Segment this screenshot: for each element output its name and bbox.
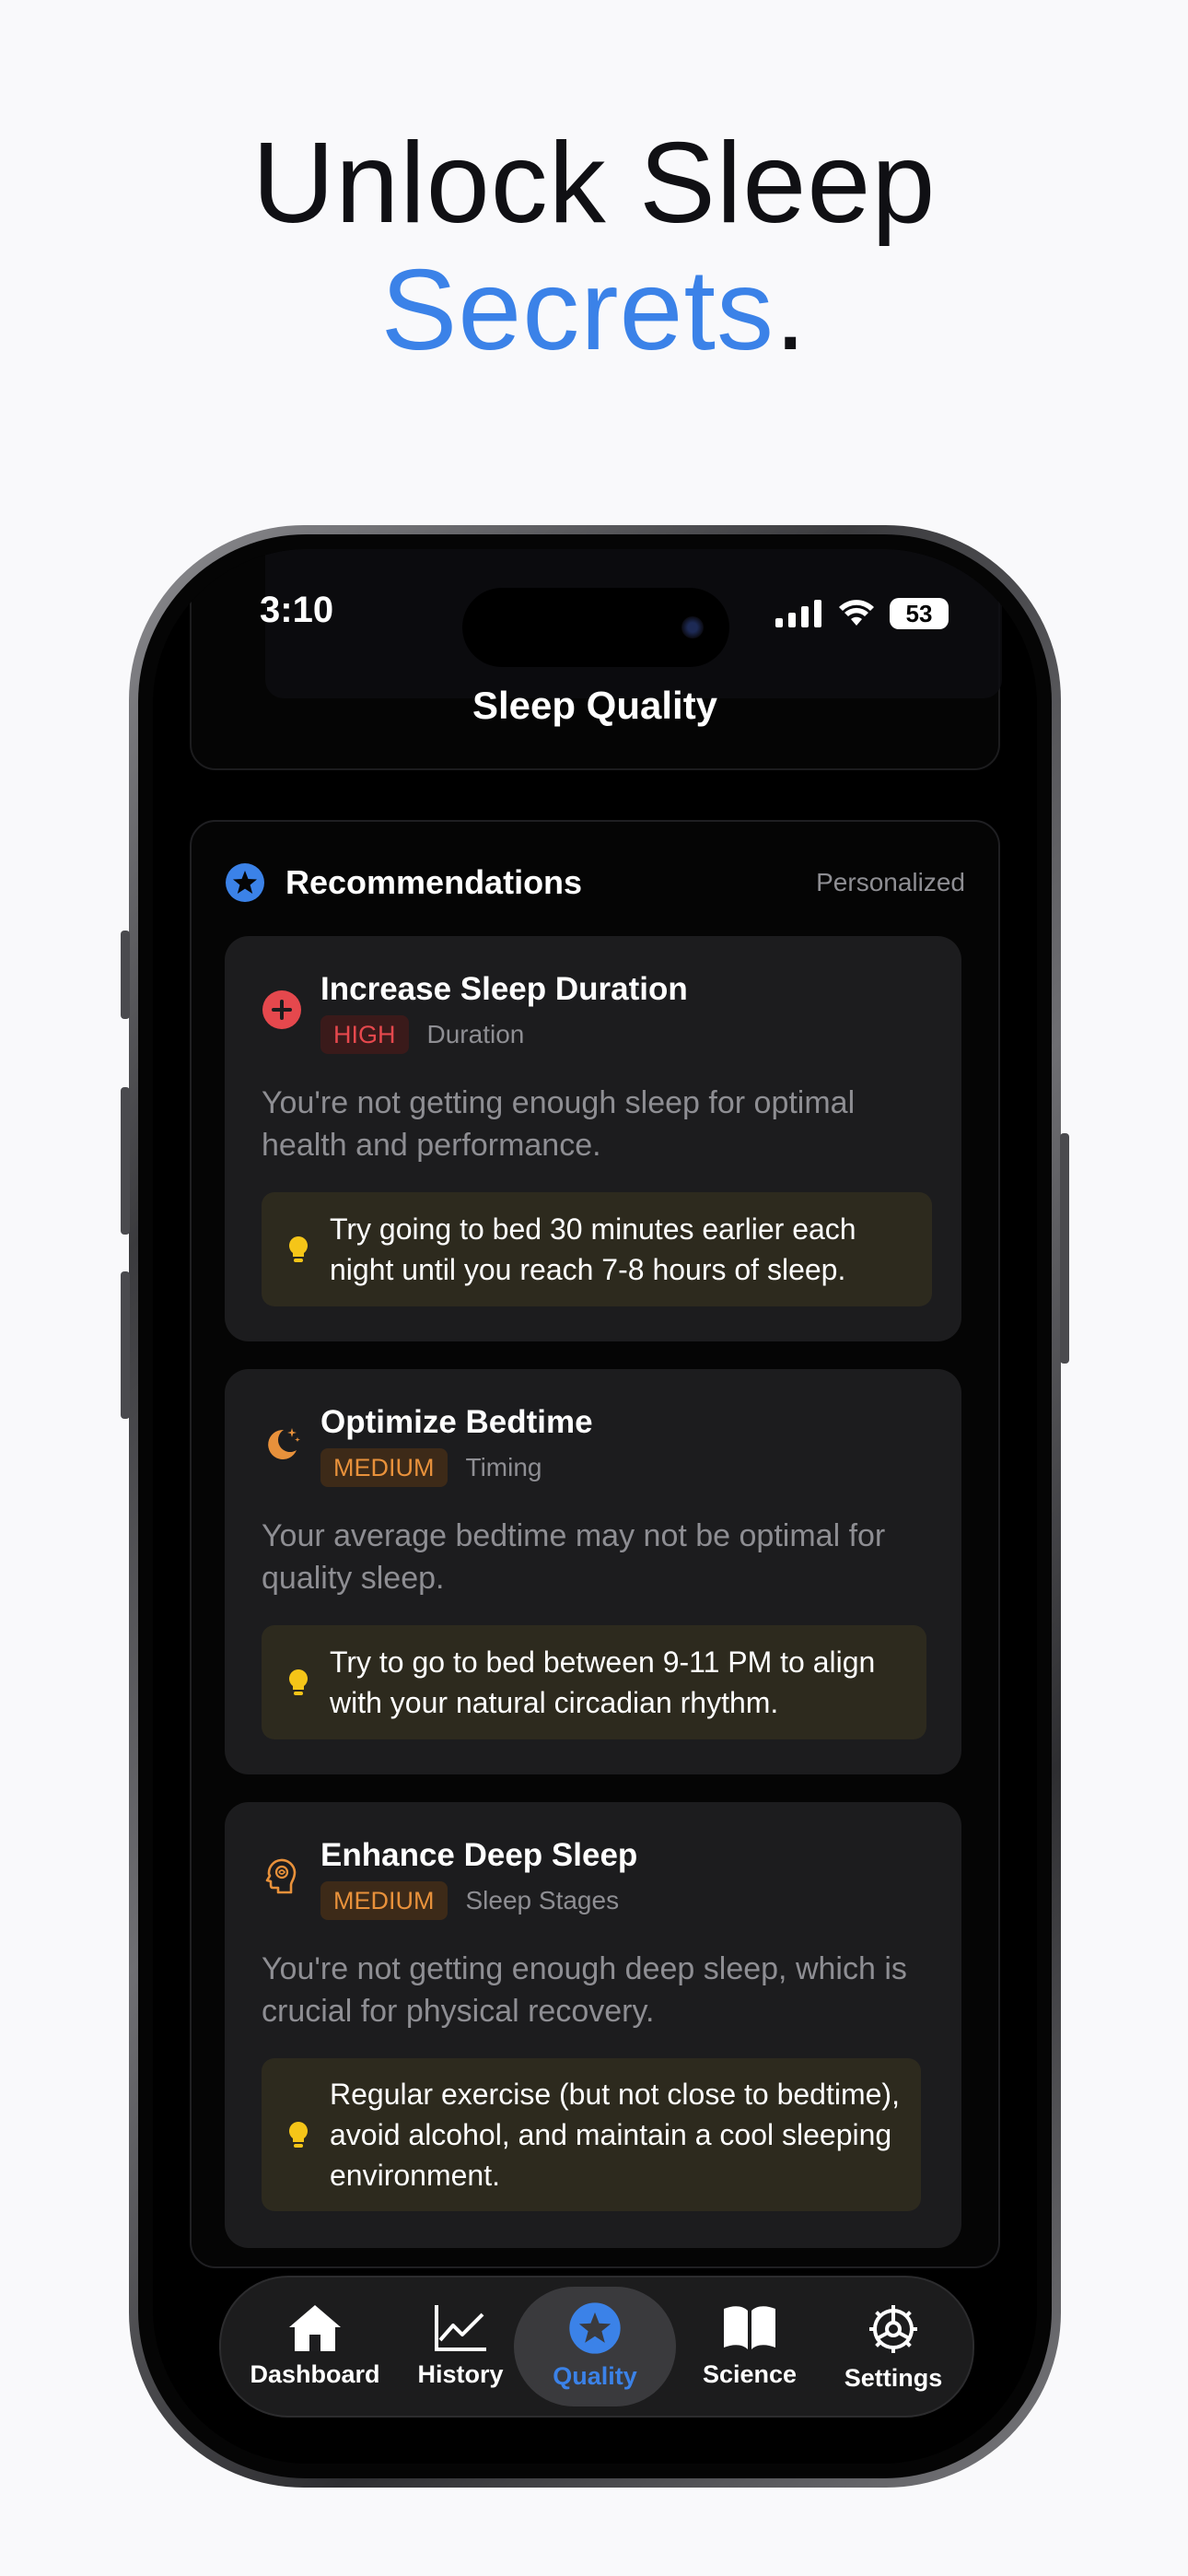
status-time: 3:10 bbox=[260, 590, 334, 630]
tab-history[interactable]: History bbox=[387, 2287, 534, 2406]
tab-label: Dashboard bbox=[250, 2360, 380, 2388]
tab-bar: Dashboard History Quality Science Settin… bbox=[219, 2276, 974, 2418]
action-button bbox=[121, 931, 130, 1019]
tab-label: Settings bbox=[844, 2364, 943, 2392]
marketing-headline: Unlock Sleep Secrets. bbox=[0, 120, 1188, 374]
category-label: Duration bbox=[426, 1020, 525, 1048]
recommendation-card[interactable]: Enhance Deep Sleep MEDIUM Sleep Stages Y… bbox=[225, 1802, 961, 2248]
lightbulb-icon bbox=[289, 2122, 308, 2148]
headline-line-2: Secrets. bbox=[0, 247, 1188, 374]
priority-badge: MEDIUM bbox=[320, 1881, 448, 1920]
battery-indicator: 53 bbox=[890, 598, 949, 629]
brain-head-icon bbox=[265, 1858, 297, 1894]
recommendation-card[interactable]: Optimize Bedtime MEDIUM Timing Your aver… bbox=[225, 1369, 961, 1774]
cellular-signal-icon bbox=[775, 600, 821, 627]
recommendation-tip: Try to go to bed between 9-11 PM to alig… bbox=[262, 1625, 926, 1739]
phone-screen: 3:10 53 Sleep Quality Recommendations Pe… bbox=[153, 549, 1037, 2464]
moon-stars-icon bbox=[268, 1428, 300, 1459]
wifi-icon bbox=[839, 600, 874, 626]
recommendation-tip: Regular exercise (but not close to bedti… bbox=[262, 2058, 921, 2211]
front-camera bbox=[681, 616, 704, 638]
page-title: Sleep Quality bbox=[472, 684, 718, 727]
lightbulb-icon bbox=[289, 1669, 308, 1695]
tab-label: Quality bbox=[553, 2362, 637, 2390]
star-circle-icon bbox=[226, 863, 264, 902]
recommendation-title: Increase Sleep Duration bbox=[320, 971, 688, 1007]
tip-text: Regular exercise (but not close to bedti… bbox=[330, 2078, 900, 2192]
tab-science[interactable]: Science bbox=[676, 2287, 823, 2406]
recommendation-tip: Try going to bed 30 minutes earlier each… bbox=[262, 1192, 932, 1306]
recommendations-header: Recommendations Personalized bbox=[225, 855, 965, 910]
priority-badge: HIGH bbox=[320, 1015, 409, 1054]
volume-up-button bbox=[121, 1087, 130, 1235]
tab-dashboard[interactable]: Dashboard bbox=[241, 2287, 389, 2406]
recommendation-title: Enhance Deep Sleep bbox=[320, 1837, 638, 1873]
tab-quality[interactable]: Quality bbox=[514, 2287, 676, 2406]
dynamic-island bbox=[462, 588, 729, 667]
tab-settings[interactable]: Settings bbox=[820, 2287, 967, 2406]
recommendation-description: You're not getting enough sleep for opti… bbox=[262, 1085, 856, 1163]
recommendation-title: Optimize Bedtime bbox=[320, 1404, 593, 1440]
headline-line-1: Unlock Sleep bbox=[251, 120, 937, 247]
book-icon bbox=[724, 2306, 775, 2349]
recommendations-title: Recommendations bbox=[285, 863, 583, 901]
status-icons: 53 bbox=[775, 595, 949, 632]
gear-icon bbox=[869, 2305, 917, 2353]
chart-line-icon bbox=[435, 2305, 486, 2351]
priority-badge: MEDIUM bbox=[320, 1448, 448, 1487]
tab-label: History bbox=[417, 2360, 504, 2388]
personalized-tag: Personalized bbox=[816, 868, 965, 896]
lightbulb-icon bbox=[289, 1236, 308, 1262]
category-label: Sleep Stages bbox=[465, 1886, 620, 1914]
headline-period: . bbox=[774, 247, 808, 374]
category-label: Timing bbox=[465, 1453, 542, 1481]
recommendation-description: You're not getting enough deep sleep, wh… bbox=[262, 1951, 907, 2029]
house-icon bbox=[289, 2305, 341, 2351]
recommendation-card[interactable]: Increase Sleep Duration HIGH Duration Yo… bbox=[225, 936, 961, 1341]
tip-text: Try going to bed 30 minutes earlier each… bbox=[330, 1212, 856, 1286]
power-button bbox=[1060, 1133, 1069, 1364]
recommendation-description: Your average bedtime may not be optimal … bbox=[262, 1518, 886, 1596]
volume-down-button bbox=[121, 1271, 130, 1419]
star-circle-icon bbox=[569, 2302, 621, 2354]
plus-circle-icon bbox=[262, 990, 301, 1029]
headline-accent-word: Secrets bbox=[380, 247, 775, 374]
tab-label: Science bbox=[702, 2360, 798, 2388]
recommendations-card: Recommendations Personalized Increase Sl… bbox=[190, 820, 1000, 2268]
tip-text: Try to go to bed between 9-11 PM to alig… bbox=[330, 1645, 876, 1719]
